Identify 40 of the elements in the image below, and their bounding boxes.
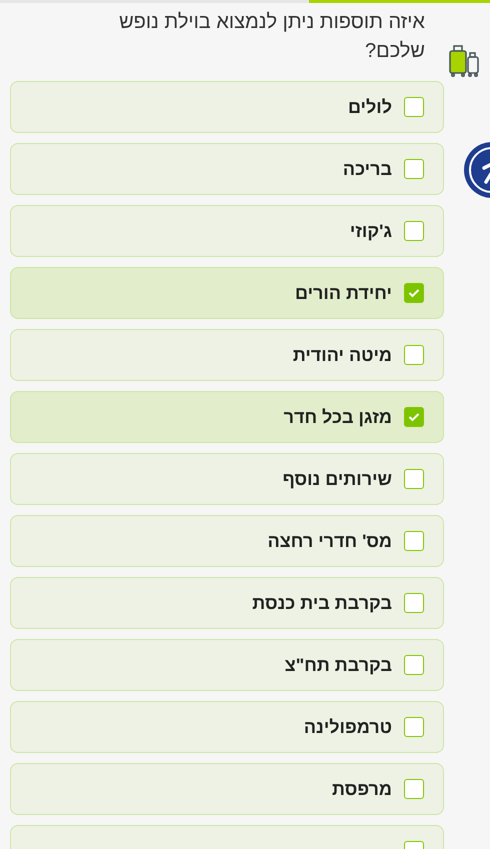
option-label: מרפסת [332, 778, 392, 800]
checkbox[interactable] [404, 221, 424, 241]
checkbox[interactable] [404, 97, 424, 117]
option-card[interactable]: לולים [10, 81, 444, 133]
option-label: יחידת הורים [295, 282, 392, 304]
check-icon [408, 412, 420, 422]
option-card[interactable]: מזגן בכל חדר [10, 391, 444, 443]
option-card[interactable]: שירותים נוסף [10, 453, 444, 505]
checkbox[interactable] [404, 531, 424, 551]
option-card[interactable]: ג'קוזי [10, 205, 444, 257]
option-label: שירותים נוסף [282, 468, 392, 490]
checkbox[interactable] [404, 283, 424, 303]
option-label: מיטה יהודית [292, 344, 392, 366]
option-label: טרמפולינה [304, 716, 392, 738]
checkbox[interactable] [404, 345, 424, 365]
option-card[interactable]: בריכה [10, 143, 444, 195]
checkbox[interactable] [404, 159, 424, 179]
option-label: מזגן בכל חדר [284, 406, 392, 428]
checkbox[interactable] [404, 469, 424, 489]
option-card[interactable]: מרפסת [10, 763, 444, 815]
checkbox[interactable] [404, 779, 424, 799]
option-card[interactable]: יחידת הורים [10, 267, 444, 319]
option-card[interactable]: מס' חדרי רחצה [10, 515, 444, 567]
option-label: לולים [348, 96, 392, 118]
question-text: איזה תוספות ניתן לנמצוא בוילת נופש שלכם? [118, 10, 426, 64]
option-card[interactable]: בקרבת תח"צ [10, 639, 444, 691]
option-card[interactable]: מיטה יהודית [10, 329, 444, 381]
option-label: בקרבת תח"צ [284, 654, 392, 676]
checkbox[interactable] [404, 593, 424, 613]
option-label: בריכה [342, 158, 392, 180]
option-label: מס' חדרי רחצה [268, 530, 392, 552]
option-label: ג'קוזי [350, 220, 392, 242]
option-label: בקרבת בית כנסת [252, 592, 392, 614]
checkbox[interactable] [404, 655, 424, 675]
option-card[interactable]: בקרבת בית כנסת [10, 577, 444, 629]
check-icon [408, 288, 420, 298]
checkbox[interactable] [404, 407, 424, 427]
luggage-icon [448, 45, 480, 77]
option-card[interactable]: טרמפולינה [10, 701, 444, 753]
checkbox[interactable] [404, 717, 424, 737]
